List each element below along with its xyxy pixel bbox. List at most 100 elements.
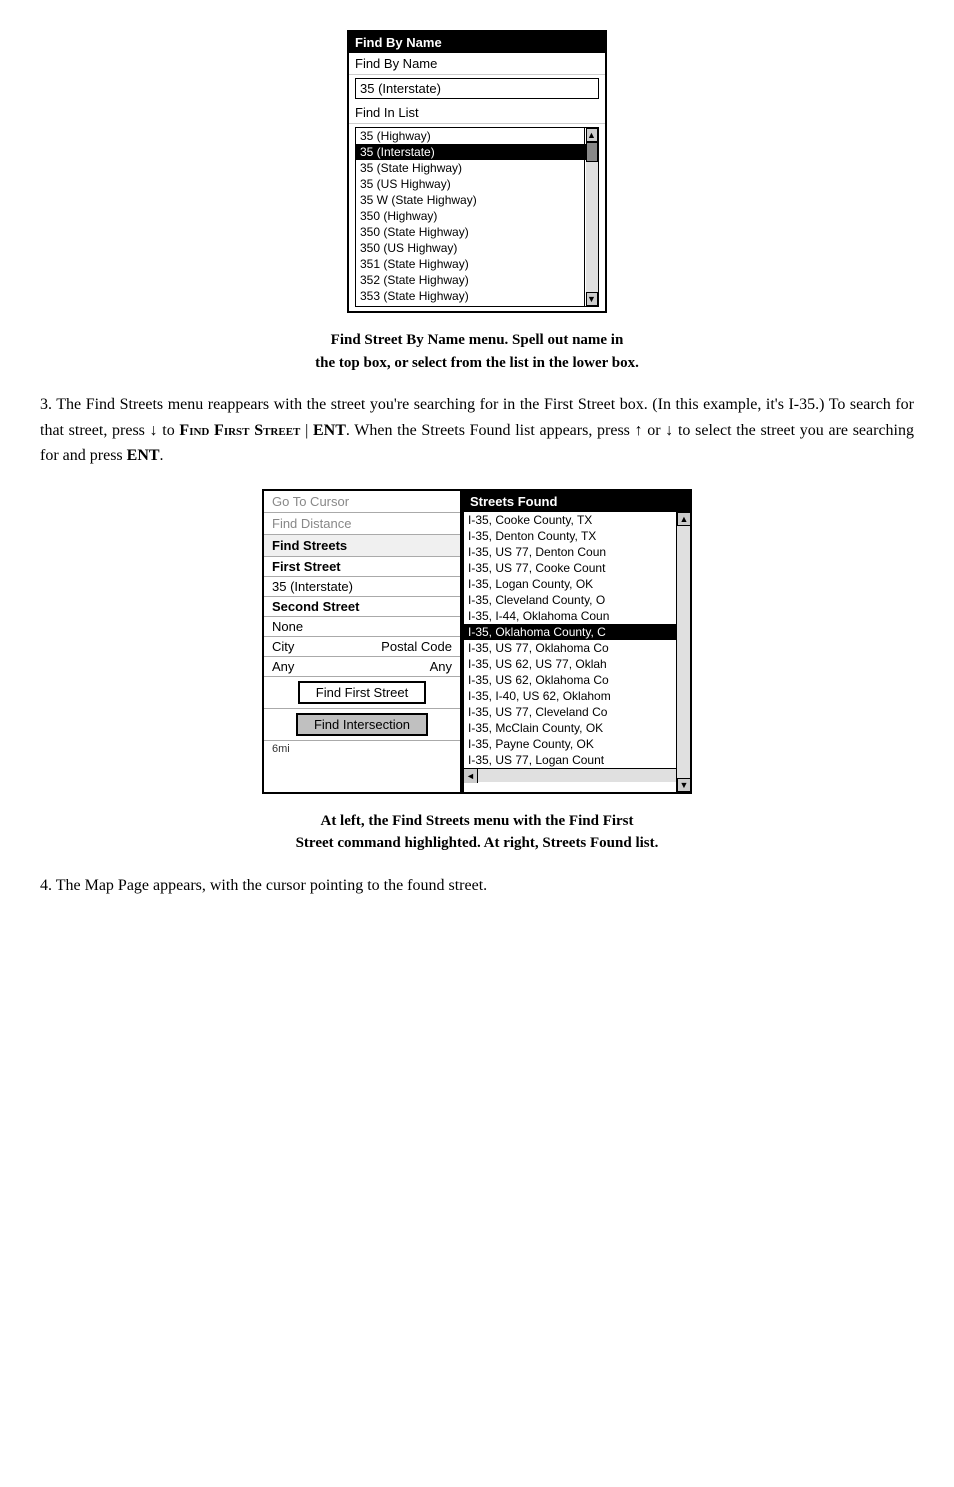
find-first-street-button[interactable]: Find First Street xyxy=(298,681,426,704)
para3-command: Find First Street xyxy=(179,422,300,439)
menu-city-postal-labels: City Postal Code xyxy=(264,637,460,657)
go-to-cursor-label: Go To Cursor xyxy=(272,494,349,509)
scroll-thumb[interactable] xyxy=(586,142,598,162)
find-distance-label: Find Distance xyxy=(272,516,351,531)
street-item[interactable]: I-35, US 77, Cleveland Co xyxy=(464,704,690,720)
find-streets-bottom-label: 6mi xyxy=(264,741,460,757)
street-item[interactable]: I-35, Logan County, OK xyxy=(464,576,690,592)
menu-first-street-label: First Street xyxy=(264,557,460,577)
second-screenshot-container: Go To Cursor Find Distance Find Streets … xyxy=(40,489,914,794)
para3-ent2: ENT xyxy=(127,447,160,464)
postal-value: Any xyxy=(430,659,452,674)
find-by-name-label-row: Find By Name xyxy=(349,53,605,75)
street-item[interactable]: I-35, Cooke County, TX xyxy=(464,512,690,528)
streets-found-box: Streets Found I-35, Cooke County, TXI-35… xyxy=(462,489,692,794)
streets-scrollbar[interactable]: ▲ ▼ xyxy=(676,512,690,792)
first-street-value: 35 (Interstate) xyxy=(272,579,353,594)
top-caption: Find Street By Name menu. Spell out name… xyxy=(40,329,914,374)
street-item[interactable]: I-35, US 77, Cooke Count xyxy=(464,560,690,576)
city-value: Any xyxy=(272,659,294,674)
streets-found-title: Streets Found xyxy=(464,491,690,512)
paragraph-4: 4. The Map Page appears, with the cursor… xyxy=(40,873,914,899)
find-in-list-container[interactable]: 35 (Highway)35 (Interstate)35 (State Hig… xyxy=(355,127,599,307)
street-item[interactable]: I-35, McClain County, OK xyxy=(464,720,690,736)
paragraph-3: 3. The Find Streets menu reappears with … xyxy=(40,392,914,469)
street-item[interactable]: I-35, I-40, US 62, Oklahom xyxy=(464,688,690,704)
list-item[interactable]: 350 (US Highway) xyxy=(356,240,598,256)
find-by-name-input[interactable] xyxy=(355,78,599,99)
para3-ent1: ENT xyxy=(313,422,346,439)
first-street-label: First Street xyxy=(272,559,341,574)
city-label: City xyxy=(272,639,294,654)
streets-list-inner: I-35, Cooke County, TXI-35, Denton Count… xyxy=(464,512,690,768)
second-street-label: Second Street xyxy=(272,599,359,614)
streets-found-list[interactable]: I-35, Cooke County, TXI-35, Denton Count… xyxy=(464,512,690,792)
para3-down-arrow2: ↓ xyxy=(665,422,673,439)
streets-scroll-up[interactable]: ▲ xyxy=(677,512,690,526)
street-item[interactable]: I-35, Oklahoma County, C xyxy=(464,624,690,640)
bottom-distance-label: 6mi xyxy=(272,743,290,755)
bottom-caption: At left, the Find Streets menu with the … xyxy=(40,810,914,855)
list-item[interactable]: 353 (State Highway) xyxy=(356,288,598,304)
find-by-name-title: Find By Name xyxy=(349,32,605,53)
list-item[interactable]: 351 (State Highway) xyxy=(356,256,598,272)
list-item[interactable]: 35 W (State Highway) xyxy=(356,192,598,208)
street-item[interactable]: I-35, US 62, Oklahoma Co xyxy=(464,672,690,688)
street-item[interactable]: I-35, Cleveland County, O xyxy=(464,592,690,608)
para3-text-middle: . When the Streets Found list appears, p… xyxy=(346,422,630,439)
para3-down-arrow: ↓ xyxy=(150,422,158,439)
find-in-list-label-row: Find In List xyxy=(349,102,605,124)
street-item[interactable]: I-35, US 62, US 77, Oklah xyxy=(464,656,690,672)
find-in-list-inner: 35 (Highway)35 (Interstate)35 (State Hig… xyxy=(356,128,598,306)
top-list-scrollbar[interactable]: ▲ ▼ xyxy=(584,128,598,306)
scroll-track xyxy=(586,142,598,292)
list-item[interactable]: 35 (State Highway) xyxy=(356,160,598,176)
second-street-value: None xyxy=(272,619,303,634)
find-streets-menu: Go To Cursor Find Distance Find Streets … xyxy=(262,489,462,794)
menu-find-distance[interactable]: Find Distance xyxy=(264,513,460,535)
top-screenshot-container: Find By Name Find By Name Find In List 3… xyxy=(40,30,914,313)
top-caption-line2: the top box, or select from the list in … xyxy=(40,352,914,375)
para3-or: or xyxy=(647,422,660,439)
street-item[interactable]: I-35, US 77, Logan Count xyxy=(464,752,690,768)
menu-city-postal-values: Any Any xyxy=(264,657,460,677)
bottom-caption-line1: At left, the Find Streets menu with the … xyxy=(40,810,914,833)
list-item[interactable]: 35 (Interstate) xyxy=(356,144,598,160)
list-item[interactable]: 35 (US Highway) xyxy=(356,176,598,192)
street-item[interactable]: I-35, I-44, Oklahoma Coun xyxy=(464,608,690,624)
list-item[interactable]: 350 (Highway) xyxy=(356,208,598,224)
list-item[interactable]: 350 (State Highway) xyxy=(356,224,598,240)
scroll-up-arrow[interactable]: ▲ xyxy=(586,128,598,142)
menu-second-street-label: Second Street xyxy=(264,597,460,617)
para3-up-arrow: ↑ xyxy=(635,422,643,439)
postal-code-label: Postal Code xyxy=(381,639,452,654)
scroll-down-arrow[interactable]: ▼ xyxy=(586,292,598,306)
menu-first-street-value: 35 (Interstate) xyxy=(264,577,460,597)
street-item[interactable]: I-35, US 77, Oklahoma Co xyxy=(464,640,690,656)
menu-find-intersection-btn-row[interactable]: Find Intersection xyxy=(264,709,460,741)
menu-find-first-street-btn-row[interactable]: Find First Street xyxy=(264,677,460,709)
find-streets-label: Find Streets xyxy=(272,538,347,553)
find-in-list-label: Find In List xyxy=(355,105,419,120)
para3-period: . xyxy=(160,447,164,464)
street-item[interactable]: I-35, Payne County, OK xyxy=(464,736,690,752)
streets-scroll-track xyxy=(677,526,690,778)
street-item[interactable]: I-35, Denton County, TX xyxy=(464,528,690,544)
menu-find-streets[interactable]: Find Streets xyxy=(264,535,460,557)
h-scroll-track xyxy=(478,769,676,782)
page-content: Find By Name Find By Name Find In List 3… xyxy=(40,30,914,898)
list-item[interactable]: 354 (State Highway) xyxy=(356,304,598,306)
list-item[interactable]: 35 (Highway) xyxy=(356,128,598,144)
h-scroll-left-arrow[interactable]: ◄ xyxy=(464,769,478,783)
find-by-name-box: Find By Name Find By Name Find In List 3… xyxy=(347,30,607,313)
menu-go-to-cursor[interactable]: Go To Cursor xyxy=(264,491,460,513)
streets-scroll-down[interactable]: ▼ xyxy=(677,778,690,792)
bottom-caption-line2: Street command highlighted. At right, St… xyxy=(40,832,914,855)
top-caption-line1: Find Street By Name menu. Spell out name… xyxy=(40,329,914,352)
streets-h-scrollbar[interactable]: ◄ ► xyxy=(464,768,690,782)
para3-separator: | xyxy=(300,422,313,439)
street-item[interactable]: I-35, US 77, Denton Coun xyxy=(464,544,690,560)
find-intersection-button[interactable]: Find Intersection xyxy=(296,713,428,736)
find-by-name-label: Find By Name xyxy=(355,56,437,71)
list-item[interactable]: 352 (State Highway) xyxy=(356,272,598,288)
